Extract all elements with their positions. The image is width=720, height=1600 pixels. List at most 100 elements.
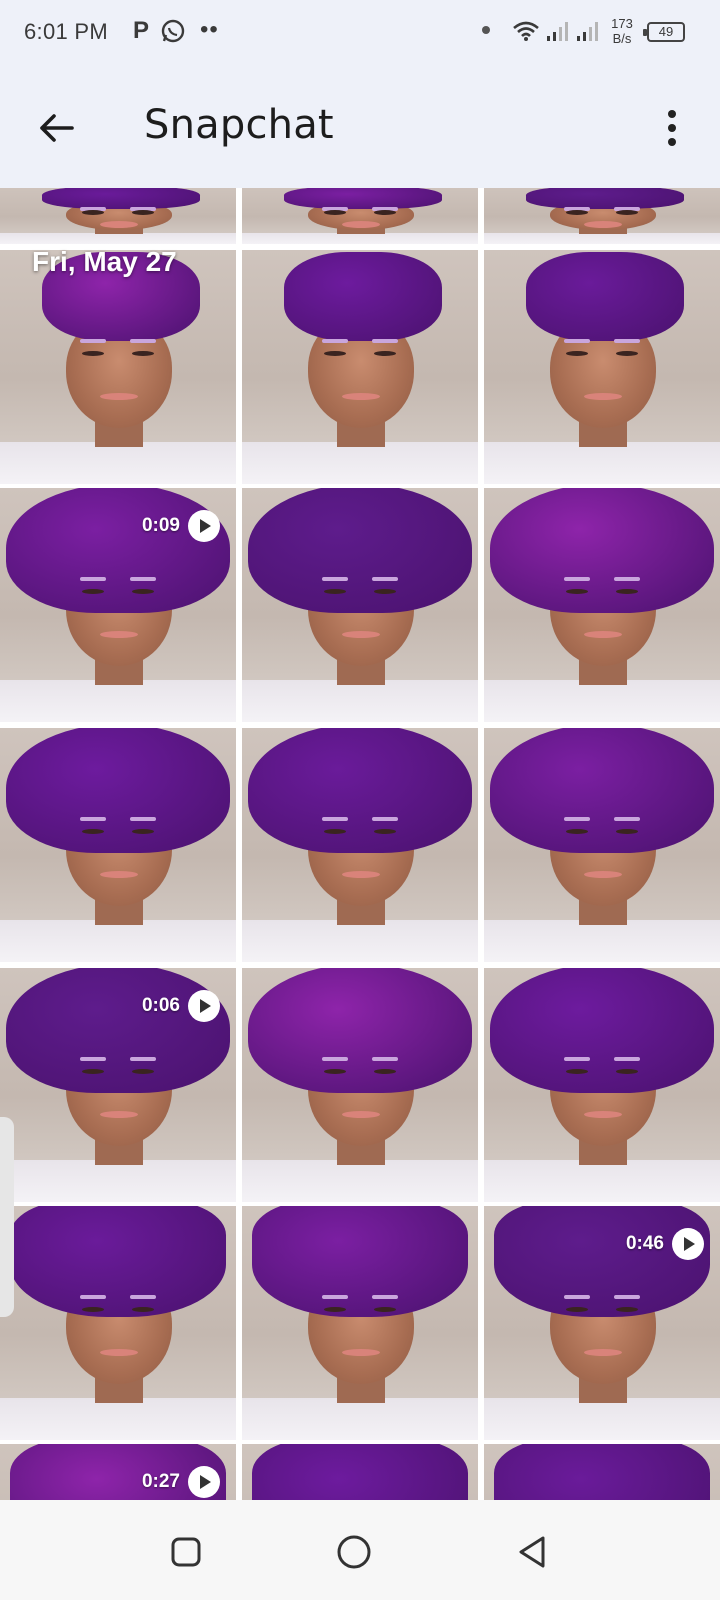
eye <box>616 1306 638 1312</box>
photo-thumbnail[interactable] <box>242 250 478 484</box>
play-icon <box>188 990 220 1022</box>
thumbnail-shoulder <box>0 1397 236 1440</box>
wifi-icon <box>513 21 539 41</box>
photo-thumbnail[interactable]: 0:06 <box>0 968 236 1202</box>
eye <box>616 588 638 594</box>
lips <box>584 220 622 228</box>
eyebrow <box>372 1294 398 1299</box>
eye <box>82 828 104 834</box>
eye <box>616 350 638 356</box>
eyebrow <box>130 816 156 821</box>
eye <box>324 1068 346 1074</box>
photo-thumbnail[interactable] <box>0 250 236 484</box>
lips <box>584 870 622 878</box>
signal-sim1-icon <box>547 22 568 41</box>
back-button[interactable] <box>28 100 84 156</box>
notification-dot-icon <box>482 26 490 34</box>
thumbnail-shoulder <box>242 441 478 484</box>
nav-back-button[interactable] <box>510 1530 554 1574</box>
photo-thumbnail[interactable] <box>484 488 720 722</box>
photo-thumbnail[interactable] <box>484 188 720 244</box>
photo-thumbnail[interactable] <box>242 1444 478 1500</box>
photo-thumbnail[interactable] <box>0 188 236 244</box>
thumbnail-headwrap <box>6 728 230 853</box>
photo-thumbnail[interactable] <box>242 968 478 1202</box>
eyebrow <box>372 1056 398 1061</box>
recents-button[interactable] <box>164 1530 208 1574</box>
eye <box>616 209 638 215</box>
eyebrow <box>130 1294 156 1299</box>
photo-thumbnail[interactable] <box>242 188 478 244</box>
eye <box>324 350 346 356</box>
eyebrow <box>80 1056 106 1061</box>
photo-thumbnail[interactable]: 0:27 <box>0 1444 236 1500</box>
more-vert-icon <box>668 110 676 118</box>
navigation-bar <box>0 1500 720 1600</box>
lips <box>584 1110 622 1118</box>
eye <box>566 828 588 834</box>
whatsapp-icon <box>161 19 185 43</box>
photo-thumbnail[interactable] <box>0 728 236 962</box>
thumbnail-headwrap <box>284 252 442 341</box>
photo-thumbnail[interactable] <box>242 1206 478 1440</box>
status-bar: 6:01 PM P •• 173 B/s 49 <box>0 0 720 64</box>
photo-thumbnail[interactable] <box>484 968 720 1202</box>
photo-thumbnail[interactable] <box>484 728 720 962</box>
eyebrow <box>614 816 640 821</box>
thumbnail-shoulder <box>0 679 236 722</box>
lips <box>100 870 138 878</box>
eye <box>132 209 154 215</box>
photo-thumbnail[interactable] <box>0 1206 236 1440</box>
lips <box>100 1110 138 1118</box>
thumbnail-headwrap <box>6 488 230 613</box>
thumbnail-shoulder <box>484 679 720 722</box>
network-speed: 173 B/s <box>604 16 640 46</box>
eye <box>374 588 396 594</box>
eyebrow <box>564 1294 590 1299</box>
eye <box>324 1306 346 1312</box>
thumbnail-headwrap <box>42 188 200 209</box>
eye <box>82 350 104 356</box>
edge-panel-handle[interactable] <box>0 1117 14 1317</box>
more-options-button[interactable] <box>648 104 696 152</box>
photo-thumbnail[interactable]: 0:09 <box>0 488 236 722</box>
photo-thumbnail[interactable] <box>242 728 478 962</box>
lips <box>342 1110 380 1118</box>
thumbnail-shoulder <box>484 233 720 244</box>
eyebrow <box>130 576 156 581</box>
date-header: Fri, May 27 <box>32 246 177 277</box>
photo-thumbnail[interactable] <box>484 250 720 484</box>
battery-icon: 49 <box>643 22 685 42</box>
play-icon <box>672 1228 704 1260</box>
eyebrow <box>614 576 640 581</box>
home-button[interactable] <box>332 1530 376 1574</box>
lips <box>100 1348 138 1356</box>
thumbnail-shoulder <box>484 919 720 962</box>
eyebrow <box>322 1056 348 1061</box>
thumbnail-shoulder <box>484 1397 720 1440</box>
video-duration: 0:46 <box>625 1233 664 1254</box>
eyebrow <box>564 816 590 821</box>
thumbnail-shoulder <box>484 441 720 484</box>
thumbnail-headwrap <box>6 968 230 1093</box>
thumbnail-headwrap <box>490 968 714 1093</box>
photo-thumbnail[interactable] <box>484 1444 720 1500</box>
thumbnail-headwrap <box>252 1444 468 1500</box>
eyebrow <box>80 576 106 581</box>
lips <box>100 220 138 228</box>
eyebrow <box>372 576 398 581</box>
video-badge: 0:06 <box>142 990 220 1022</box>
photo-thumbnail[interactable] <box>242 488 478 722</box>
lips <box>342 1348 380 1356</box>
status-time: 6:01 PM <box>24 19 109 44</box>
thumbnail-headwrap <box>248 488 472 613</box>
eye <box>374 1306 396 1312</box>
eye <box>616 1068 638 1074</box>
lips <box>342 220 380 228</box>
eye <box>374 1068 396 1074</box>
parking-notification-icon: P <box>133 17 150 44</box>
photo-thumbnail[interactable]: 0:46 <box>484 1206 720 1440</box>
eyebrow <box>80 816 106 821</box>
eyebrow <box>564 576 590 581</box>
eye <box>324 209 346 215</box>
